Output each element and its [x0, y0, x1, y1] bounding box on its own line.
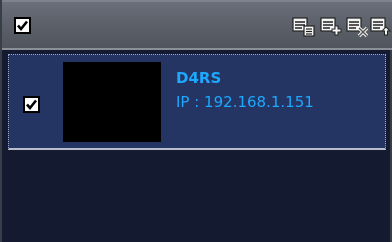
select-all-checkbox[interactable] [14, 17, 31, 34]
remove-device-icon[interactable] [346, 16, 370, 38]
device-list: D4RS IP : 192.168.1.151 [6, 52, 390, 242]
device-name: D4RS [176, 69, 222, 87]
export-device-icon[interactable] [370, 16, 392, 38]
device-panel: D4RS IP : 192.168.1.151 [0, 0, 392, 242]
device-toolbar [2, 0, 392, 50]
device-thumbnail [63, 62, 161, 142]
checkmark-icon [17, 20, 29, 32]
device-row[interactable]: D4RS IP : 192.168.1.151 [8, 54, 386, 150]
checkmark-icon [26, 99, 38, 111]
device-checkbox[interactable] [23, 96, 40, 113]
device-ip: IP : 192.168.1.151 [176, 93, 314, 111]
add-device-icon[interactable] [320, 16, 344, 38]
device-list-icon[interactable] [292, 16, 316, 38]
